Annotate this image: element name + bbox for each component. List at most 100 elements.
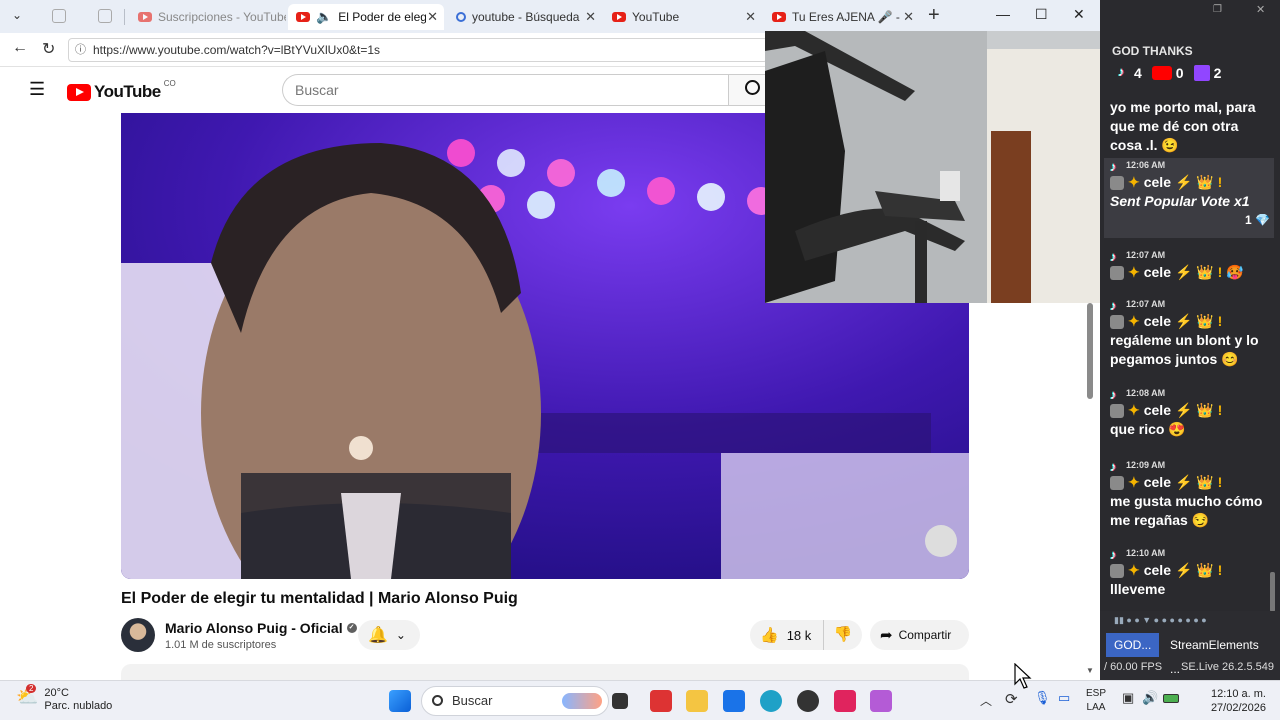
tab-youtube[interactable]: YouTube ✕ [604,4,762,30]
tab-youtube-busqueda[interactable]: youtube - Búsqueda ✕ [448,4,602,30]
message-extra: 1 💎 [1245,213,1270,227]
weather-icon: ⛅ 2 [16,684,39,707]
chat-title: GOD THANKS [1112,44,1193,58]
maximize-icon[interactable]: ☐ [1035,6,1048,23]
close-tab-icon[interactable]: ✕ [745,9,756,25]
dislike-button[interactable]: 👎 [823,620,862,650]
lang-top: ESP [1086,688,1107,699]
channel-name-text: Mario Alonso Puig - Oficial [165,620,343,636]
close-tab-icon[interactable]: ✕ [427,9,438,25]
sync-icon[interactable]: ⟳ [1005,690,1018,708]
like-button[interactable]: 👍 18 k 👎 [750,620,862,650]
tiktok-icon [1110,247,1122,266]
close-tab-icon[interactable]: ✕ [903,9,914,25]
battery-icon[interactable] [1163,694,1179,703]
clock-date: 27/02/2026 [1210,702,1266,714]
message-text: 🥵 [1226,264,1244,280]
address-bar[interactable]: ⓘ https://www.youtube.com/watch?v=lBtYVu… [68,38,768,62]
gift-badge-icon [1110,175,1124,190]
weather-desc: Parc. nublado [44,700,113,712]
browser-tab-strip: ⌄ Suscripciones - YouTube 🔈 El Poder de … [0,0,1100,33]
obs-dock: ▮▮ ● ● ▼ ● ● ● ● ● ● ● GOD... StreamElem… [1100,611,1280,680]
volume-icon[interactable]: 🔊 [1142,690,1158,706]
reload-icon[interactable]: ↻ [42,39,55,59]
microphone-icon[interactable]: 🎙 [1034,690,1051,706]
taskbar-search-label: Buscar [452,693,493,708]
webcam-feed [765,31,1113,303]
tab-label: El Poder de elegir tu [338,10,427,24]
new-tab-button[interactable]: + [928,4,940,27]
window-close-icon[interactable]: ✕ [1256,3,1265,16]
site-info-icon[interactable]: ⓘ [75,39,86,61]
description-box[interactable] [121,664,969,680]
message-user: cele [1143,264,1171,280]
fan-badge-icon: ✦ [1128,402,1140,418]
tab-tu-eres-ajena[interactable]: Tu Eres AJENA 🎤 - Edd ✕ [764,4,920,30]
microsoft-store-icon[interactable] [723,690,745,712]
chat-message: 12:09 AM ✦cele⚡ 👑 ! me gusta mucho cómo … [1110,457,1272,530]
taskbar-search[interactable]: Buscar [421,686,609,716]
channel-name[interactable]: Mario Alonso Puig - Oficial ✓ [165,620,357,636]
workspace-icon[interactable] [98,9,112,23]
edge-browser-icon[interactable] [760,690,782,712]
search-icon [432,695,443,706]
workspace-icon[interactable] [52,9,66,23]
tiktok-live-icon[interactable] [834,690,856,712]
scroll-down-icon[interactable]: ▼ [1086,666,1094,675]
weather-widget[interactable]: ⛅ 2 20°C Parc. nublado [16,684,113,713]
fan-badge-icon: ✦ [1128,562,1140,578]
message-user: cele [1143,562,1171,578]
share-label: Compartir [898,628,952,642]
user-symbols: ⚡ 👑 ! [1174,174,1223,190]
file-explorer-icon[interactable] [686,690,708,712]
display-icon[interactable]: ▭ [1058,690,1070,706]
clock-time: 12:10 a. m. [1210,688,1266,700]
system-clock[interactable]: 12:10 a. m. 27/02/2026 [1186,687,1266,715]
video-title: El Poder de elegir tu mentalidad | Mario… [121,590,518,607]
minimize-icon[interactable]: — [996,6,1010,22]
obs-studio-icon[interactable] [797,690,819,712]
task-view-icon[interactable] [612,693,628,709]
youtube-logo[interactable]: YouTube CO [67,79,176,102]
network-icon[interactable]: ▣ [1122,690,1134,706]
youtube-play-icon [67,83,91,101]
gift-badge-icon [1110,475,1124,490]
tab-list-chevron-icon[interactable]: ⌄ [12,8,22,22]
channel-watermark-icon[interactable] [925,525,957,557]
tab-el-poder-de-elegir[interactable]: 🔈 El Poder de elegir tu ✕ [288,4,444,30]
speaker-icon[interactable]: 🔈 [316,9,332,25]
thumbs-up-icon: 👍 [760,627,779,644]
close-window-icon[interactable]: ✕ [1073,6,1085,23]
user-symbols: ⚡ 👑 ! [1174,562,1223,578]
chat-message: 12:06 AM ✦cele⚡ 👑 ! Sent Popular Vote x1… [1104,157,1274,238]
chevron-down-icon: ⌄ [395,628,406,642]
menu-icon[interactable]: ☰ [29,79,45,100]
window-restore-icon[interactable]: ❐ [1213,4,1222,15]
windows-start-icon[interactable] [389,690,411,712]
back-icon[interactable]: ← [12,39,28,57]
tiktok-icon [1110,457,1122,476]
lang-bottom: LAA [1086,702,1106,713]
message-user: cele [1143,402,1171,418]
like-count: 18 k [786,627,812,643]
close-tab-icon[interactable]: ✕ [585,9,596,25]
obs-status-bar: / 60.00 FPS SE.Live 26.2.5.549 [1100,661,1280,673]
language-indicator[interactable]: ESP LAA [1086,687,1106,715]
bell-icon: 🔔 [368,627,388,644]
chat-scrollbar-thumb[interactable] [1270,572,1275,612]
stream-chat-overlay: ❐ ✕ GOD THANKS 4 0 2 yo me porto mal, pa… [1100,0,1280,680]
tab-suscripciones[interactable]: Suscripciones - YouTube [130,4,286,30]
notifications-button[interactable]: 🔔 ⌄ [358,620,420,650]
obs-dock-tab-streamelements[interactable]: StreamElements ... [1162,633,1280,676]
channel-avatar[interactable] [121,618,155,652]
streamelements-icon[interactable] [870,690,892,712]
scrollbar-thumb[interactable] [1087,303,1093,399]
brave-browser-icon[interactable] [650,690,672,712]
share-button[interactable]: ➦ Compartir [870,620,969,650]
obs-dock-tab-god[interactable]: GOD... [1106,633,1160,657]
search-input[interactable]: Buscar [282,74,728,106]
tray-chevron-icon[interactable]: ︿ [980,692,992,709]
youtube-favicon-icon [138,12,152,22]
tiktok-icon [1118,64,1130,80]
twitch-icon [1193,65,1210,81]
